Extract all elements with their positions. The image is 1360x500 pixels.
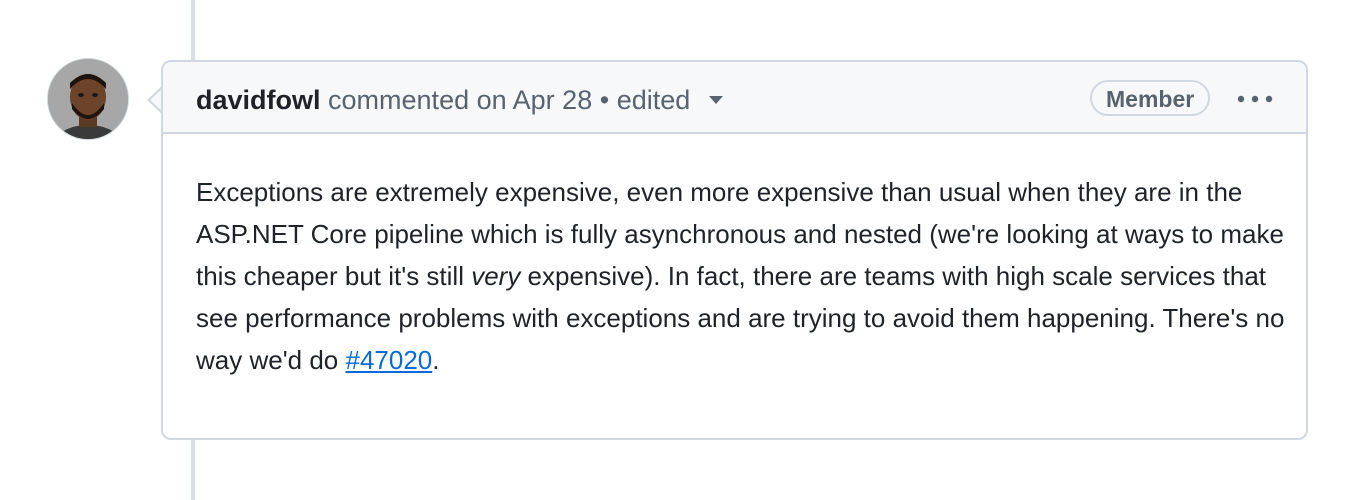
edited-label: edited [616, 85, 691, 115]
meta-separator: • [599, 85, 610, 115]
comment-text-part3: . [432, 345, 440, 375]
member-badge: Member [1090, 80, 1211, 116]
issue-timeline: davidfowl commented on Apr 28 • edited M… [0, 0, 1360, 500]
comment-box: davidfowl commented on Apr 28 • edited M… [161, 60, 1308, 440]
avatar-photo [48, 59, 128, 139]
comment-date[interactable]: Apr 28 [513, 85, 593, 115]
comment-meta: davidfowl commented on Apr 28 • edited [196, 83, 724, 117]
comment-header: davidfowl commented on Apr 28 • edited M… [163, 62, 1306, 134]
comment-emphasis: very [471, 261, 521, 291]
avatar[interactable] [47, 58, 129, 140]
comment-action: commented on [328, 85, 507, 115]
issue-link[interactable]: #47020 [346, 345, 433, 375]
edited-dropdown[interactable]: edited [617, 85, 724, 115]
chevron-down-icon [708, 95, 723, 104]
author-link[interactable]: davidfowl [196, 85, 321, 115]
comment-body: Exceptions are extremely expensive, even… [196, 171, 1286, 381]
kebab-horizontal-icon[interactable] [1235, 88, 1275, 110]
